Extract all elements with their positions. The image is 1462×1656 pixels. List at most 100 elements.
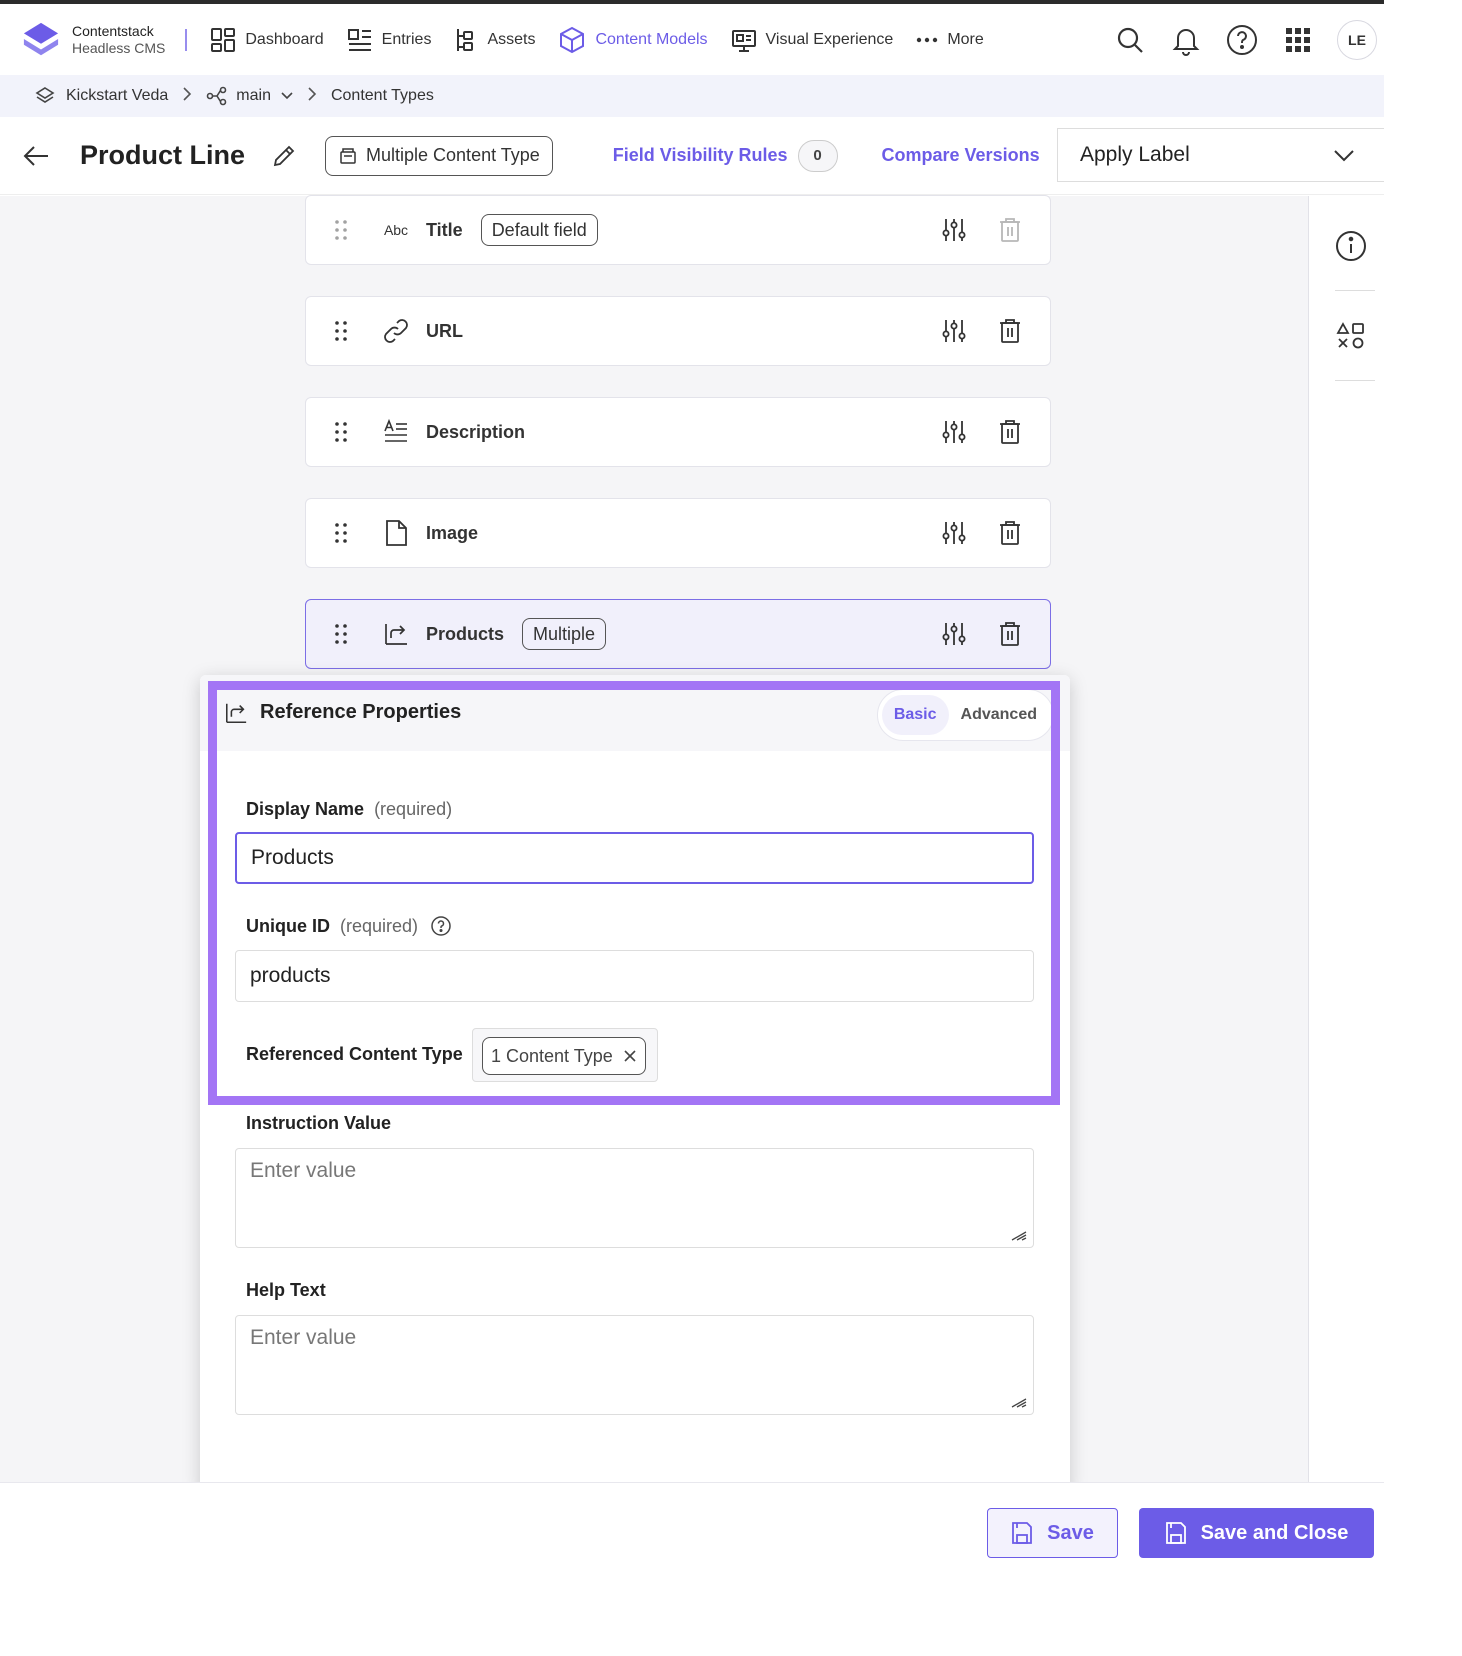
field-row-url[interactable]: URL xyxy=(305,296,1051,366)
field-settings-button[interactable] xyxy=(936,212,972,248)
compare-versions-link[interactable]: Compare Versions xyxy=(882,145,1040,166)
instruction-value-textarea[interactable]: Enter value xyxy=(235,1148,1034,1248)
instruction-value-placeholder: Enter value xyxy=(250,1159,357,1182)
info-icon xyxy=(1336,231,1366,261)
required-hint: (required) xyxy=(340,915,419,936)
field-chip: Multiple xyxy=(522,618,607,650)
delete-field-button[interactable] xyxy=(992,515,1028,551)
drag-handle-icon[interactable] xyxy=(334,522,348,544)
field-visibility-rules-link[interactable]: Field Visibility Rules xyxy=(613,145,788,166)
chevron-right-icon xyxy=(182,86,192,106)
breadcrumb-stack[interactable]: Kickstart Veda xyxy=(34,85,168,107)
field-name: Description xyxy=(426,421,526,442)
cube-icon xyxy=(560,26,585,53)
nav-visual-experience[interactable]: Visual Experience xyxy=(730,26,893,54)
entries-icon xyxy=(347,28,371,51)
field-settings-button[interactable] xyxy=(936,616,972,652)
apps-grid-button[interactable] xyxy=(1281,23,1315,57)
help-text-textarea[interactable]: Enter value xyxy=(235,1315,1034,1415)
file-icon xyxy=(380,519,412,547)
field-actions xyxy=(916,600,1028,668)
breadcrumb-branch[interactable]: main xyxy=(206,85,293,107)
delete-field-button[interactable] xyxy=(992,414,1028,450)
display-name-label: Display Name (required) xyxy=(246,799,452,820)
field-row-title[interactable]: Abc Title Default field xyxy=(305,195,1051,265)
breadcrumb-stack-label: Kickstart Veda xyxy=(66,87,169,104)
nav-assets[interactable]: Assets xyxy=(453,26,535,54)
tab-advanced[interactable]: Advanced xyxy=(949,695,1049,735)
display-name-label-text: Display Name xyxy=(246,799,365,819)
field-name: Products xyxy=(426,623,505,644)
nav-more[interactable]: More xyxy=(915,28,984,52)
drag-handle-icon[interactable] xyxy=(334,623,348,645)
referenced-content-type-chip[interactable]: 1 Content Type xyxy=(482,1037,646,1075)
stack-layers-icon xyxy=(35,87,55,103)
edit-title-button[interactable] xyxy=(271,143,297,169)
field-actions xyxy=(916,398,1028,466)
user-avatar[interactable]: LE xyxy=(1337,19,1377,60)
drag-handle-icon[interactable] xyxy=(334,320,348,342)
nav-content-models[interactable]: Content Models xyxy=(557,25,708,55)
grid-icon xyxy=(1286,27,1310,52)
brand[interactable]: Contentstack Headless CMS xyxy=(22,21,165,59)
content-type-kind-label: Multiple Content Type xyxy=(366,145,540,165)
search-button[interactable] xyxy=(1113,23,1147,57)
field-actions xyxy=(916,499,1028,567)
trash-icon xyxy=(1000,420,1020,444)
apply-label-dropdown[interactable]: Apply Label xyxy=(1057,128,1384,182)
content-type-header: Product Line Multiple Content Type Field… xyxy=(0,117,1384,195)
unique-id-label: Unique ID (required) xyxy=(246,915,452,937)
help-text-label: Help Text xyxy=(246,1280,326,1300)
instruction-value-label: Instruction Value xyxy=(246,1113,392,1133)
sliders-icon xyxy=(942,623,966,645)
save-button[interactable]: Save xyxy=(987,1508,1118,1558)
top-nav: Contentstack Headless CMS Dashboard Entr… xyxy=(0,4,1384,75)
assets-icon xyxy=(457,28,474,51)
app-frame: Contentstack Headless CMS Dashboard Entr… xyxy=(0,0,1462,1656)
back-button[interactable] xyxy=(16,136,56,176)
info-button[interactable] xyxy=(1331,226,1371,266)
trash-icon xyxy=(1000,622,1020,646)
nav-entries[interactable]: Entries xyxy=(346,26,431,54)
save-and-close-button[interactable]: Save and Close xyxy=(1139,1508,1374,1558)
delete-field-button[interactable] xyxy=(992,313,1028,349)
unique-id-input[interactable]: products xyxy=(235,950,1034,1002)
trash-icon xyxy=(1000,319,1020,343)
breadcrumb-branch-label: main xyxy=(236,87,271,104)
field-row-image[interactable]: Image xyxy=(305,498,1051,568)
contentstack-logo-icon xyxy=(23,22,59,55)
tab-basic[interactable]: Basic xyxy=(881,695,949,735)
field-actions xyxy=(916,297,1028,365)
resize-grip-icon[interactable] xyxy=(1011,1229,1027,1241)
display-name-input[interactable]: Products xyxy=(235,832,1034,884)
resize-grip-icon[interactable] xyxy=(1011,1396,1027,1408)
field-settings-button[interactable] xyxy=(936,313,972,349)
field-settings-button[interactable] xyxy=(936,414,972,450)
drag-handle-icon[interactable] xyxy=(334,421,348,443)
field-types-button[interactable] xyxy=(1331,316,1371,356)
help-circle-icon xyxy=(1227,24,1257,55)
page-title: Product Line xyxy=(80,140,246,170)
field-row-description[interactable]: Description xyxy=(305,397,1051,467)
delete-field-button[interactable] xyxy=(992,616,1028,652)
nav-dashboard[interactable]: Dashboard xyxy=(209,26,324,54)
shapes-icon xyxy=(1336,322,1364,349)
referenced-content-type-select[interactable]: 1 Content Type xyxy=(472,1028,658,1082)
delete-field-button xyxy=(992,212,1028,248)
field-name: URL xyxy=(426,320,463,341)
breadcrumb-content-types[interactable]: Content Types xyxy=(331,87,434,105)
right-rail xyxy=(1308,196,1384,1482)
arrow-left-icon xyxy=(23,145,48,166)
field-row-products[interactable]: Products Multiple xyxy=(305,599,1051,669)
close-icon[interactable] xyxy=(623,1049,637,1063)
search-icon xyxy=(1117,27,1143,53)
save-icon xyxy=(1012,1522,1033,1544)
drag-handle-icon[interactable] xyxy=(334,219,348,241)
help-button[interactable] xyxy=(1225,23,1259,57)
unique-id-label-text: Unique ID xyxy=(246,915,330,936)
brand-divider xyxy=(185,28,188,51)
help-circle-icon[interactable] xyxy=(430,915,452,937)
notifications-button[interactable] xyxy=(1169,23,1203,57)
pencil-icon xyxy=(273,145,295,166)
field-settings-button[interactable] xyxy=(936,515,972,551)
